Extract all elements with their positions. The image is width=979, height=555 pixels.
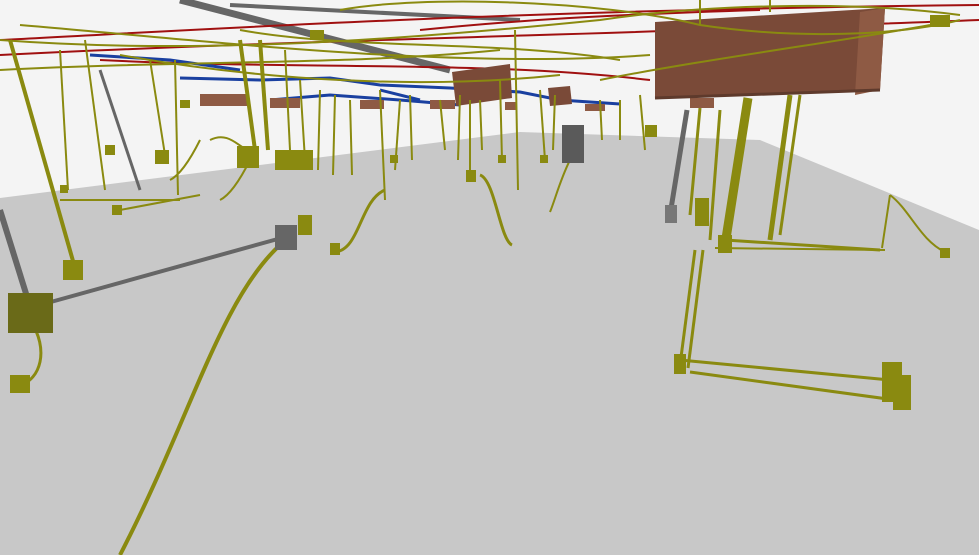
floor-plane xyxy=(0,132,979,555)
3d-viewport[interactable] xyxy=(0,0,979,555)
mep-model-scene xyxy=(0,0,979,555)
